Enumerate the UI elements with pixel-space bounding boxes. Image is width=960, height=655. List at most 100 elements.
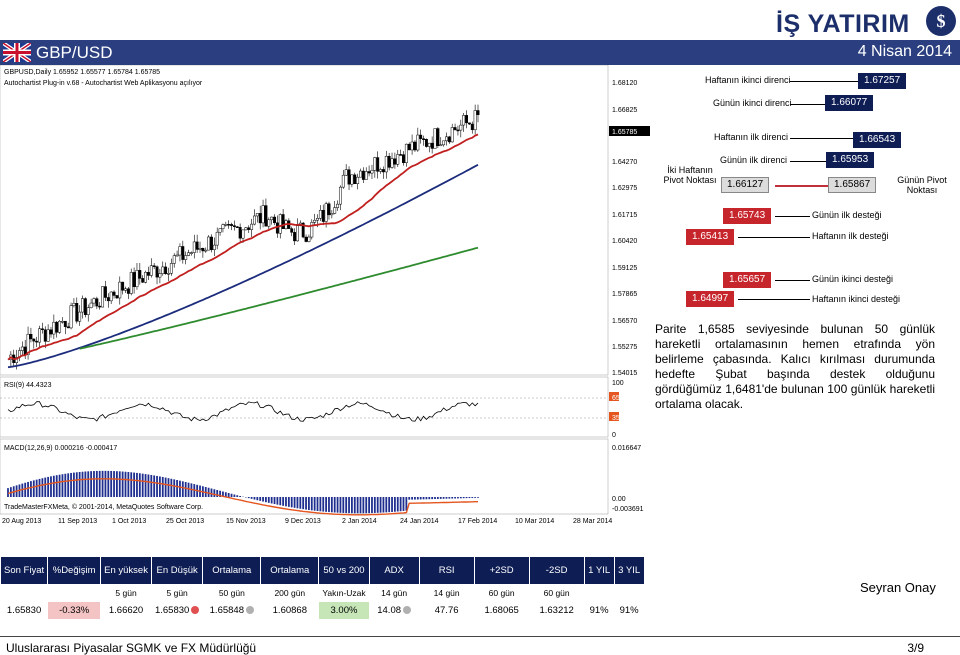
report-date: 4 Nisan 2014 <box>857 43 952 60</box>
date-tick-label: 24 Jan 2014 <box>400 518 439 525</box>
bull-candle <box>307 236 311 242</box>
header-cell: ADX <box>368 556 420 585</box>
bear-candle <box>121 281 125 291</box>
gray-dot-icon <box>245 606 254 614</box>
bear-candle <box>98 305 102 308</box>
price-tick-label: 1.68120 <box>612 80 637 87</box>
bear-candle <box>75 302 79 322</box>
bull-candle <box>445 136 448 142</box>
bear-candle <box>465 115 468 124</box>
header-cell: 3 YIL <box>613 556 645 585</box>
date-tick-label: 17 Feb 2014 <box>458 518 497 525</box>
bull-candle <box>241 229 245 239</box>
bull-candle <box>101 286 105 308</box>
bull-candle <box>330 213 334 216</box>
price-tick-label: 1.64270 <box>612 159 637 166</box>
bull-candle <box>158 273 162 278</box>
bear-candle <box>141 278 145 283</box>
value-text: 1.65848 <box>209 605 244 616</box>
subheader-cell <box>47 584 102 602</box>
bear-candle <box>103 286 107 298</box>
subheader-cell <box>583 584 615 602</box>
price-axis: 1.68120 1.66825 1.65785 1.64270 1.62975 1.617… <box>609 80 650 377</box>
weekly-s2-label: Haftanın ikinci desteği <box>812 294 901 304</box>
bull-candle <box>313 219 317 223</box>
bull-candle <box>318 210 322 219</box>
bull-candle <box>364 171 368 180</box>
bull-candle <box>473 110 477 131</box>
subheader-cell <box>613 584 645 602</box>
macd-axis: 0.016647 0.00 -0.003691 <box>612 445 644 513</box>
bear-candle <box>95 298 99 307</box>
daily-s1-label: Günün ilk desteği <box>812 210 882 220</box>
value-cell: 91% <box>613 601 645 620</box>
main-pane <box>0 65 609 376</box>
red-dot-icon <box>191 606 200 614</box>
daily-r1-label: Günün ilk direnci <box>720 155 788 165</box>
bull-candle <box>92 298 96 304</box>
date-tick-label: 2 Jan 2014 <box>342 518 377 525</box>
bear-candle <box>258 213 262 224</box>
bear-candle <box>35 340 39 343</box>
rsi-label: RSI(9) 44.4323 <box>4 382 52 389</box>
bear-candle <box>456 129 460 132</box>
bear-candle <box>155 266 159 278</box>
weekly-r2-value: 1.67257 <box>858 73 907 89</box>
date-tick-label: 1 Oct 2013 <box>112 518 146 525</box>
daily-r2-label: Günün ikinci direnci <box>713 98 792 108</box>
bull-candle <box>135 270 139 288</box>
bear-candle <box>115 295 119 299</box>
daily-s2-label: Günün ikinci desteği <box>812 274 894 284</box>
bull-candle <box>46 329 50 342</box>
rsi-tick-label: 0 <box>612 432 616 439</box>
author-name: Seyran Onay <box>860 580 936 595</box>
bear-candle <box>264 205 268 227</box>
date-tick-label: 15 Nov 2013 <box>226 518 266 525</box>
header-cell: En yüksek <box>100 556 152 585</box>
value-cell: 14.08 <box>368 601 420 620</box>
weekly-r1-value: 1.66543 <box>853 132 902 148</box>
footer-divider <box>0 636 960 637</box>
macd-tick-label: 0.016647 <box>612 445 641 452</box>
bear-candle <box>32 338 36 342</box>
subheader-cell: 5 gün <box>100 584 152 602</box>
bull-candle <box>250 223 254 230</box>
bull-candle <box>396 154 400 165</box>
bull-candle <box>390 158 394 168</box>
table-subheader-row: 5 gün 5 gün 50 gün 200 gün Yakın-Uzak 14… <box>0 584 645 602</box>
daily-r2-line <box>790 104 825 105</box>
bear-candle <box>347 169 351 185</box>
logo-text: İŞ YATIRIM <box>776 10 910 38</box>
bull-candle <box>218 228 222 233</box>
logo: İŞ YATIRIM $ <box>776 6 956 40</box>
bear-candle <box>407 143 411 151</box>
bear-candle <box>419 134 423 139</box>
value-cell: 1.66620 <box>100 601 152 620</box>
value-cell: 91% <box>583 601 615 620</box>
bull-candle <box>370 170 374 174</box>
bull-candle <box>333 207 337 214</box>
weekly-r2-line <box>790 81 860 82</box>
bear-candle <box>40 328 44 331</box>
bull-candle <box>129 272 133 294</box>
bear-candle <box>138 270 142 279</box>
bear-candle <box>152 265 156 267</box>
price-tick-label: 1.60420 <box>612 238 637 245</box>
bear-candle <box>393 158 397 165</box>
bull-candle <box>379 169 383 172</box>
date-tick-label: 10 Mar 2014 <box>515 518 554 525</box>
header-cell: En Düşük <box>150 556 204 585</box>
bull-candle <box>344 169 348 176</box>
daily-s2-line <box>775 280 810 281</box>
value-cell: 1.60868 <box>260 601 320 620</box>
bull-candle <box>69 305 73 329</box>
header-cell: Ortalama <box>260 556 320 585</box>
analysis-comment: Parite 1,6585 seviyesinde bulunan 50 gün… <box>655 322 935 411</box>
price-tick-label: 1.59125 <box>612 265 637 272</box>
weekly-s2-value: 1.64997 <box>686 291 735 307</box>
weekly-pivot-value: 1.66127 <box>721 177 770 193</box>
bull-candle <box>267 219 271 227</box>
uk-flag-icon <box>3 43 31 62</box>
bear-candle <box>281 214 285 229</box>
page-number: 3/9 <box>907 641 924 655</box>
